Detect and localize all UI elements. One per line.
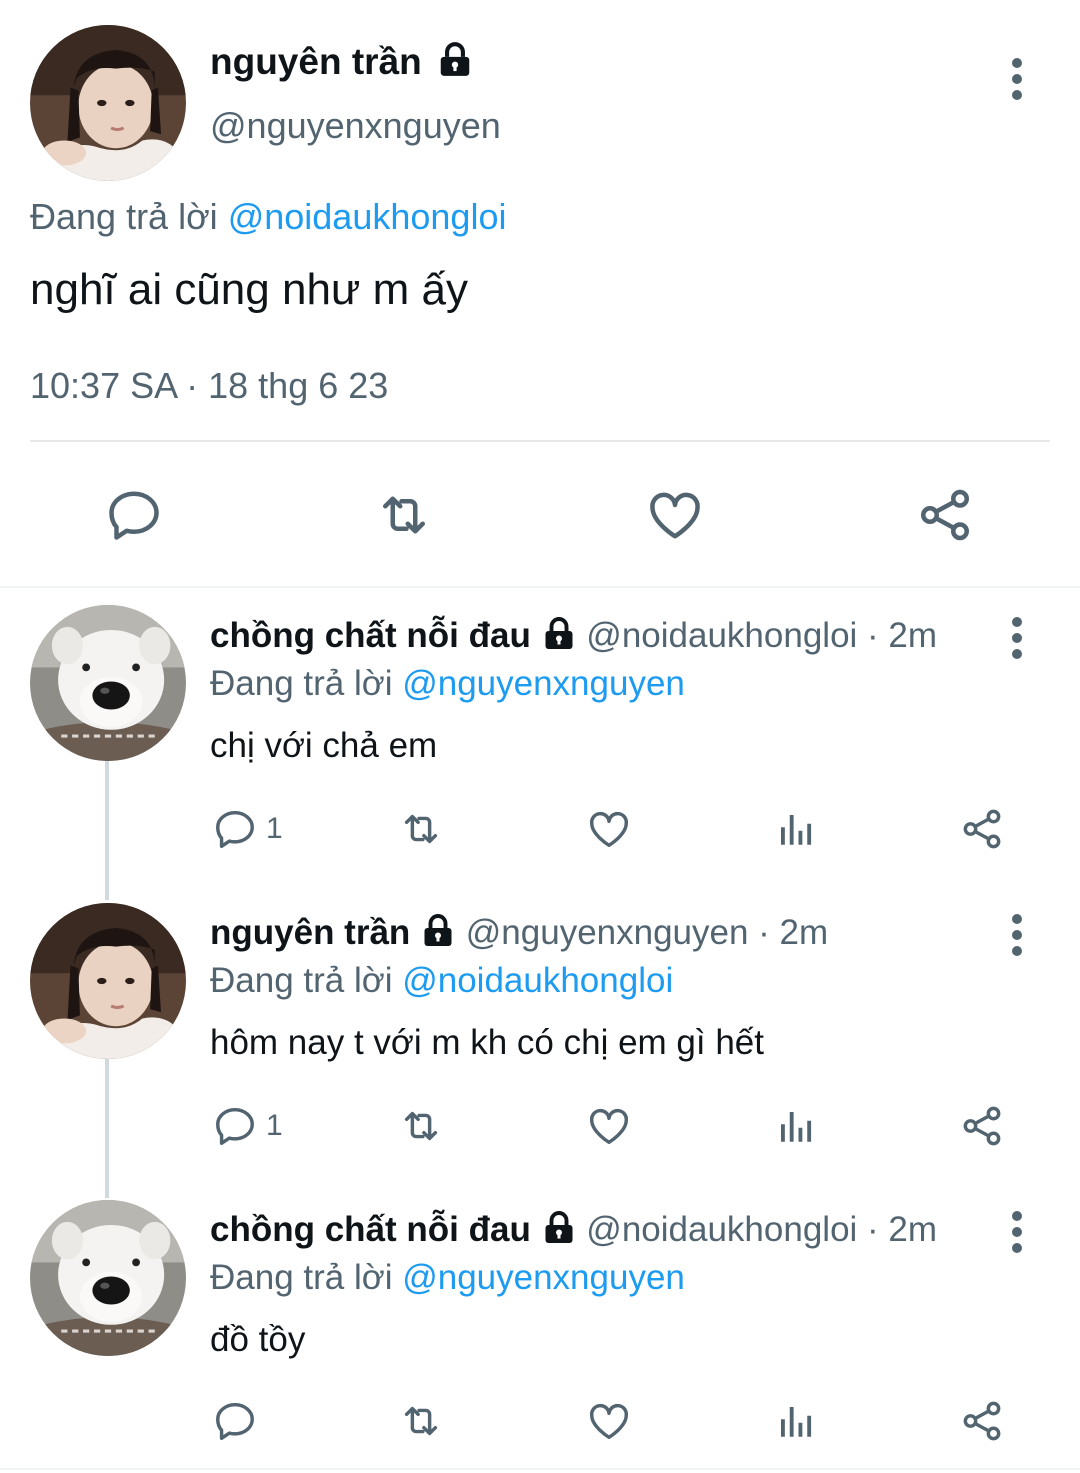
reply-context: Đang trả lời @nguyenxnguyen — [210, 1256, 685, 1300]
reply-header: chồng chất nỗi đau @noidaukhongloi · 2m — [210, 614, 937, 658]
reply-to-mention[interactable]: @noidaukhongloi — [402, 961, 673, 1000]
reply-prefix: Đang trả lời — [210, 664, 393, 703]
reply-to-mention[interactable]: @nguyenxnguyen — [402, 1258, 685, 1297]
reply-icon — [104, 485, 164, 545]
like-button[interactable] — [585, 806, 633, 852]
retweet-icon — [396, 806, 446, 852]
reply-icon — [212, 1103, 258, 1149]
section-separator — [0, 586, 1080, 588]
reply-to-mention[interactable]: @noidaukhongloi — [228, 196, 507, 237]
reply-text: đồ tồy — [210, 1320, 306, 1359]
reply-button[interactable] — [212, 1398, 266, 1444]
reply-count: 1 — [266, 812, 283, 845]
divider — [30, 440, 1050, 442]
reply-author-name[interactable]: chồng chất nỗi đau — [210, 1210, 531, 1249]
reply-button[interactable] — [104, 485, 164, 545]
share-icon — [958, 806, 1006, 852]
reply-icon — [212, 1398, 258, 1444]
share-icon — [958, 1103, 1006, 1149]
lock-icon — [541, 616, 577, 652]
reply-text: chị với chả em — [210, 726, 438, 765]
reply-handle-time[interactable]: @nguyenxnguyen · 2m — [466, 913, 828, 952]
retweet-button[interactable] — [396, 1398, 446, 1444]
like-icon — [585, 1103, 633, 1149]
reply-context: Đang trả lời @noidaukhongloi — [210, 959, 673, 1003]
like-button[interactable] — [644, 485, 706, 545]
reply-header: nguyên trần @nguyenxnguyen · 2m — [210, 911, 828, 955]
thread-line — [105, 1058, 109, 1198]
reply-button[interactable]: 1 — [212, 806, 283, 852]
more-vertical-icon[interactable] — [1011, 914, 1023, 962]
retweet-button[interactable] — [372, 485, 436, 545]
retweet-button[interactable] — [396, 1103, 446, 1149]
like-button[interactable] — [585, 1103, 633, 1149]
analytics-button[interactable] — [774, 806, 816, 852]
more-vertical-icon[interactable] — [1011, 1211, 1023, 1259]
reply-prefix: Đang trả lời — [210, 1258, 393, 1297]
reply-author-name[interactable]: chồng chất nỗi đau — [210, 616, 531, 655]
reply-count: 1 — [266, 1109, 283, 1142]
analytics-icon — [774, 1398, 816, 1444]
lock-icon — [420, 913, 456, 949]
main-author-avatar[interactable] — [30, 25, 186, 181]
reply-avatar[interactable] — [30, 903, 186, 1059]
share-icon — [958, 1398, 1006, 1444]
like-icon — [585, 1398, 633, 1444]
reply-context: Đang trả lời @nguyenxnguyen — [210, 662, 685, 706]
reply-to-mention[interactable]: @nguyenxnguyen — [402, 664, 685, 703]
share-button[interactable] — [958, 1398, 1006, 1444]
analytics-icon — [774, 806, 816, 852]
main-author-handle[interactable]: @nguyenxnguyen — [210, 104, 501, 148]
like-button[interactable] — [585, 1398, 633, 1444]
reply-handle-time[interactable]: @noidaukhongloi · 2m — [586, 1210, 937, 1249]
main-author-name[interactable]: nguyên trần — [210, 41, 422, 82]
main-reply-context: Đang trả lời @noidaukhongloi — [30, 195, 506, 239]
reply-avatar[interactable] — [30, 1200, 186, 1356]
reply-header: chồng chất nỗi đau @noidaukhongloi · 2m — [210, 1208, 937, 1252]
reply-avatar[interactable] — [30, 605, 186, 761]
share-button[interactable] — [914, 485, 976, 545]
like-icon — [644, 485, 706, 545]
main-tweet-timestamp[interactable]: 10:37 SA · 18 thg 6 23 — [30, 364, 388, 408]
share-icon — [914, 485, 976, 545]
more-vertical-icon[interactable] — [1011, 617, 1023, 665]
share-button[interactable] — [958, 1103, 1006, 1149]
lock-icon — [436, 41, 474, 79]
analytics-button[interactable] — [774, 1103, 816, 1149]
reply-prefix: Đang trả lời — [210, 961, 393, 1000]
retweet-icon — [372, 485, 436, 545]
main-tweet-text: nghĩ ai cũng như m ấy — [30, 265, 468, 314]
analytics-icon — [774, 1103, 816, 1149]
reply-icon — [212, 806, 258, 852]
reply-prefix: Đang trả lời — [30, 196, 218, 237]
reply-button[interactable]: 1 — [212, 1103, 283, 1149]
lock-icon — [541, 1210, 577, 1246]
retweet-icon — [396, 1398, 446, 1444]
thread-line — [105, 760, 109, 900]
reply-author-name[interactable]: nguyên trần — [210, 913, 410, 952]
main-author-name-row[interactable]: nguyên trần — [210, 40, 474, 84]
like-icon — [585, 806, 633, 852]
reply-handle-time[interactable]: @noidaukhongloi · 2m — [586, 616, 937, 655]
more-vertical-icon[interactable] — [1011, 58, 1023, 106]
reply-text: hôm nay t với m kh có chị em gì hết — [210, 1023, 765, 1062]
retweet-icon — [396, 1103, 446, 1149]
section-separator — [0, 1468, 1080, 1470]
retweet-button[interactable] — [396, 806, 446, 852]
analytics-button[interactable] — [774, 1398, 816, 1444]
share-button[interactable] — [958, 806, 1006, 852]
